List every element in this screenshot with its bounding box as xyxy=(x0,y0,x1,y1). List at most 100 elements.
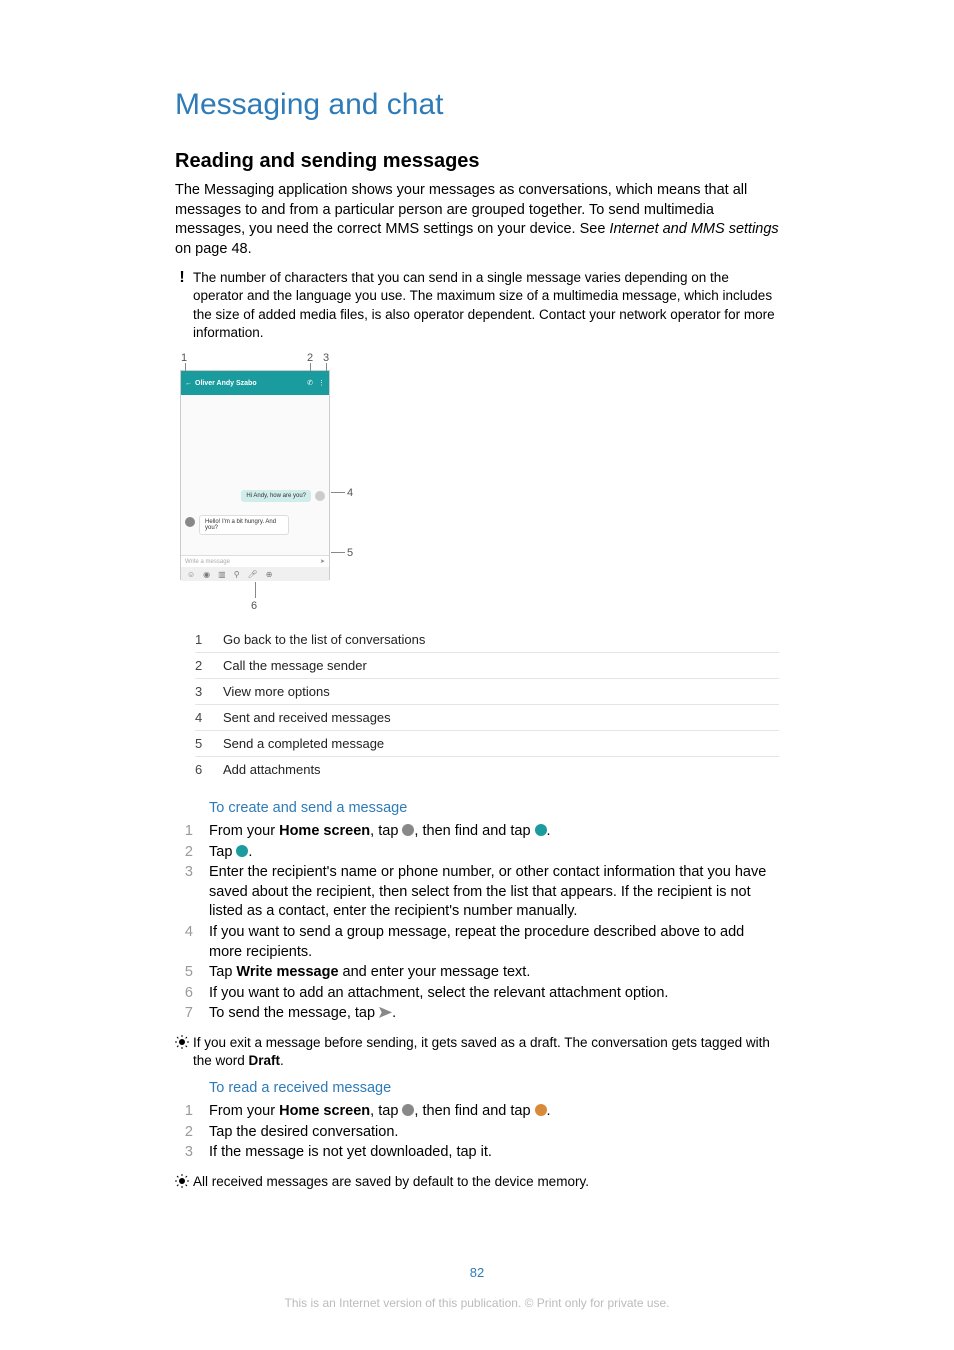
sender-avatar xyxy=(315,491,325,501)
step-text: Tap the desired conversation. xyxy=(209,1123,779,1143)
tip-icon xyxy=(175,1173,189,1190)
messaging-icon xyxy=(535,1104,547,1116)
step-text: To send the message, tap . xyxy=(209,1004,779,1024)
step-text: If you want to send a group message, rep… xyxy=(209,923,779,962)
legend-num: 1 xyxy=(195,632,223,647)
emoji-icon: ☺ xyxy=(187,570,195,579)
t: From your xyxy=(209,1103,279,1119)
step-text: Tap . xyxy=(209,843,779,863)
step-row: 6 If you want to add an attachment, sele… xyxy=(175,984,779,1004)
write-message-label: Write message xyxy=(236,964,338,980)
sent-bubble: Hello! I'm a bit hungry. And you? xyxy=(199,515,289,535)
step-row: 5 Tap Write message and enter your messa… xyxy=(175,963,779,983)
t: From your xyxy=(209,823,279,839)
page-number: 82 xyxy=(0,1265,954,1280)
procedure-2-heading: To read a received message xyxy=(209,1080,779,1096)
more-icon: ⋮ xyxy=(318,379,325,387)
legend-row: 1 Go back to the list of conversations xyxy=(195,627,779,653)
legend-num: 5 xyxy=(195,736,223,751)
page-footer: 82 This is an Internet version of this p… xyxy=(0,1265,954,1310)
messaging-icon xyxy=(535,824,547,836)
warning-icon: ! xyxy=(175,269,189,286)
legend-row: 3 View more options xyxy=(195,679,779,705)
step-text: From your Home screen, tap , then find a… xyxy=(209,1102,779,1122)
home-screen-label: Home screen xyxy=(279,823,370,839)
legend-row: 4 Sent and received messages xyxy=(195,705,779,731)
messaging-screenshot-figure: 1 2 3 4 5 6 ← Oliver Andy Szabo ✆ ⋮ Hi A… xyxy=(175,352,365,617)
footer-text: This is an Internet version of this publ… xyxy=(0,1296,954,1310)
legend-num: 4 xyxy=(195,710,223,725)
gallery-icon: ▥ xyxy=(218,570,226,579)
section-heading: Reading and sending messages xyxy=(175,150,779,173)
warning-text: The number of characters that you can se… xyxy=(193,269,779,342)
tip-1: If you exit a message before sending, it… xyxy=(175,1034,779,1070)
camera-icon: ◉ xyxy=(203,570,210,579)
callout-5: 5 xyxy=(347,547,353,559)
send-icon xyxy=(379,1007,392,1018)
step-number: 5 xyxy=(175,963,193,983)
t: , then find and tap xyxy=(414,823,534,839)
warning-note: ! The number of characters that you can … xyxy=(175,269,779,342)
step-number: 1 xyxy=(175,1102,193,1122)
t: , tap xyxy=(370,823,402,839)
legend-num: 6 xyxy=(195,762,223,777)
procedure-1-heading: To create and send a message xyxy=(209,800,779,816)
mic-icon: 🎤︎ xyxy=(248,570,258,579)
tip-icon xyxy=(175,1034,189,1051)
conversation-header: ← Oliver Andy Szabo ✆ ⋮ xyxy=(181,371,329,395)
figure-legend: 1 Go back to the list of conversations 2… xyxy=(195,627,779,782)
intro-text-2: on page 48. xyxy=(175,241,252,257)
legend-text: Sent and received messages xyxy=(223,710,391,725)
step-row: 7 To send the message, tap . xyxy=(175,1004,779,1024)
step-number: 4 xyxy=(175,923,193,962)
legend-row: 6 Add attachments xyxy=(195,757,779,782)
step-number: 3 xyxy=(175,863,193,922)
t: . xyxy=(547,1103,551,1119)
step-row: 1 From your Home screen, tap , then find… xyxy=(175,1102,779,1122)
callout-4: 4 xyxy=(347,487,353,499)
home-screen-label: Home screen xyxy=(279,1103,370,1119)
compose-icon xyxy=(236,845,248,857)
call-icon: ✆ xyxy=(307,379,313,387)
legend-text: View more options xyxy=(223,684,330,699)
step-row: 4 If you want to send a group message, r… xyxy=(175,923,779,962)
t: . xyxy=(248,844,252,860)
step-row: 2 Tap the desired conversation. xyxy=(175,1123,779,1143)
step-text: Enter the recipient's name or phone numb… xyxy=(209,863,779,922)
step-number: 2 xyxy=(175,1123,193,1143)
back-icon: ← xyxy=(185,380,192,387)
phone-screen: ← Oliver Andy Szabo ✆ ⋮ Hi Andy, how are… xyxy=(180,370,330,580)
legend-num: 2 xyxy=(195,658,223,673)
legend-row: 5 Send a completed message xyxy=(195,731,779,757)
tip-text: If you exit a message before sending, it… xyxy=(193,1034,779,1070)
legend-text: Call the message sender xyxy=(223,658,367,673)
more-attach-icon: ⊕ xyxy=(266,570,273,579)
apps-icon xyxy=(402,1104,414,1116)
page-title: Messaging and chat xyxy=(175,88,779,122)
intro-paragraph: The Messaging application shows your mes… xyxy=(175,181,779,259)
legend-num: 3 xyxy=(195,684,223,699)
recipient-avatar xyxy=(185,517,195,527)
apps-icon xyxy=(402,824,414,836)
step-number: 7 xyxy=(175,1004,193,1024)
t: , then find and tap xyxy=(414,1103,534,1119)
message-input-row: Write a message ➤ xyxy=(181,555,329,567)
tip-2: All received messages are saved by defau… xyxy=(175,1173,779,1191)
step-row: 3 Enter the recipient's name or phone nu… xyxy=(175,863,779,922)
step-row: 2 Tap . xyxy=(175,843,779,863)
step-number: 6 xyxy=(175,984,193,1004)
procedure-1-steps: 1 From your Home screen, tap , then find… xyxy=(175,822,779,1024)
step-text: If you want to add an attachment, select… xyxy=(209,984,779,1004)
step-text: Tap Write message and enter your message… xyxy=(209,963,779,983)
legend-text: Go back to the list of conversations xyxy=(223,632,425,647)
step-number: 2 xyxy=(175,843,193,863)
step-row: 1 From your Home screen, tap , then find… xyxy=(175,822,779,842)
input-placeholder: Write a message xyxy=(185,559,230,565)
legend-text: Add attachments xyxy=(223,762,321,777)
legend-row: 2 Call the message sender xyxy=(195,653,779,679)
t: To send the message, tap xyxy=(209,1005,379,1021)
attachment-toolbar: ☺ ◉ ▥ ⚲ 🎤︎ ⊕ xyxy=(181,567,329,581)
t: . xyxy=(547,823,551,839)
settings-link: Internet and MMS settings xyxy=(609,221,778,237)
location-icon: ⚲ xyxy=(234,570,240,579)
